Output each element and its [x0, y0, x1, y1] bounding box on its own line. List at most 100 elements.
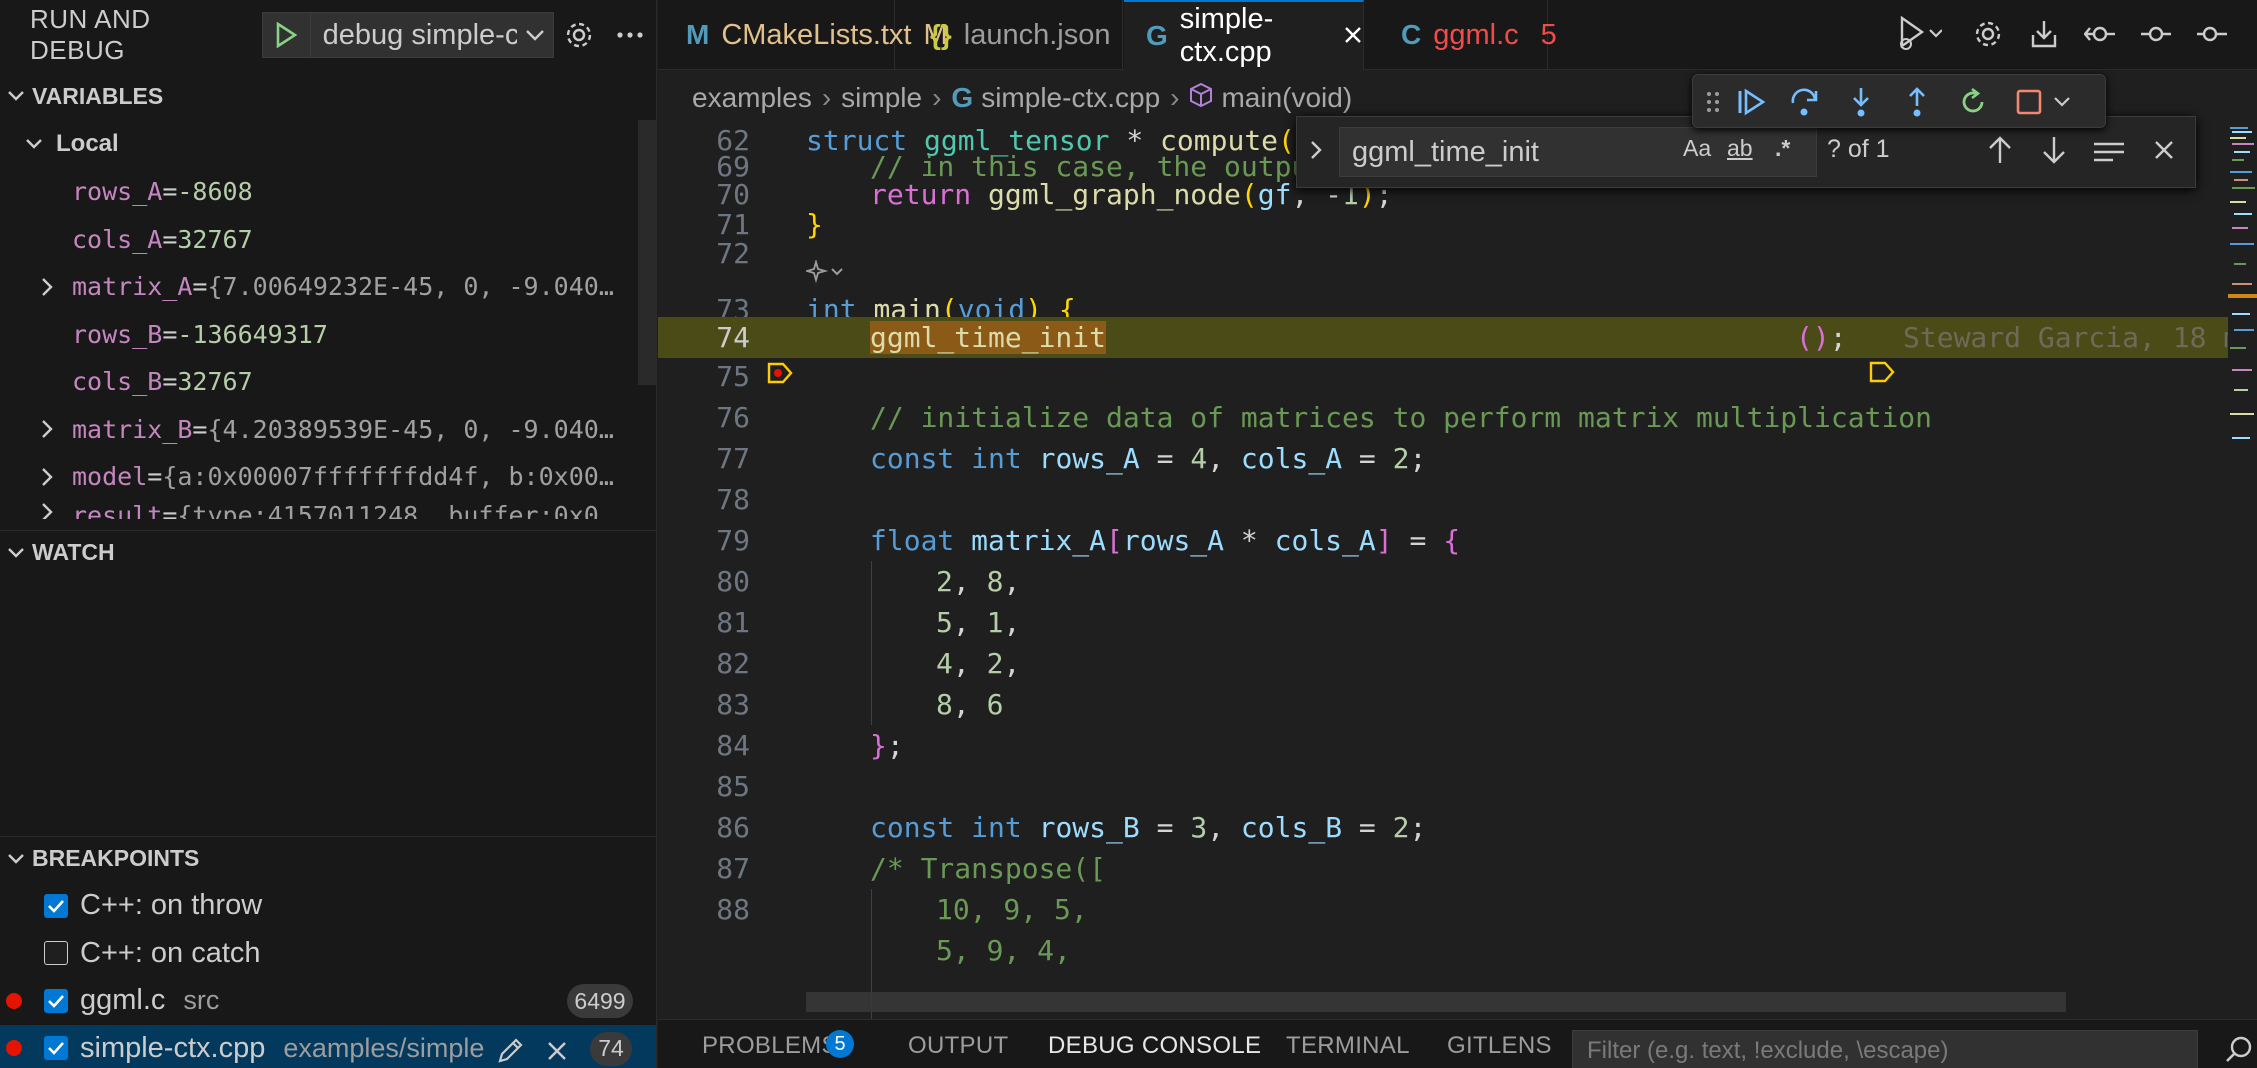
code-line: 78: [658, 479, 2228, 520]
more-actions-icon[interactable]: [605, 12, 656, 58]
tab-gitlens[interactable]: GITLENS: [1447, 1032, 1552, 1060]
cpp-file-icon: G: [951, 82, 974, 113]
match-whole-word-icon[interactable]: ab: [1727, 135, 1753, 162]
tab-debug-console[interactable]: DEBUG CONSOLE: [1048, 1032, 1261, 1060]
current-execution-line: 74 ggml_time_init (); Steward Garcia, 18…: [658, 317, 2228, 384]
tab-output[interactable]: OUTPUT: [908, 1032, 1008, 1060]
breakpoint-checkbox[interactable]: [44, 988, 68, 1013]
variable-value: {type:4157011248, buffer:0x0…: [177, 500, 614, 519]
git-compare-icon[interactable]: [2072, 22, 2128, 46]
chevron-right-icon[interactable]: [0, 501, 72, 519]
debug-console-filter-input[interactable]: Filter (e.g. text, !exclude, \escape): [1572, 1030, 2198, 1068]
find-in-selection-icon[interactable]: [2093, 141, 2125, 168]
use-regex-icon[interactable]: .*: [1775, 135, 1790, 162]
variable-row[interactable]: matrix_B = {4.20389539E-45, 0, -9.040…: [0, 406, 656, 453]
code-text: 5, 1,: [936, 606, 1021, 639]
variable-value: 32767: [177, 367, 253, 396]
line-number: 85: [716, 770, 750, 803]
close-icon[interactable]: [1343, 20, 1363, 53]
variable-name: matrix_B: [72, 414, 193, 444]
line-number: 82: [716, 647, 750, 680]
chevron-right-icon[interactable]: [0, 418, 72, 440]
continue-icon[interactable]: [1733, 84, 1769, 120]
variable-value: -136649317: [177, 319, 328, 349]
line-number: 87: [716, 852, 750, 885]
find-result-count: ? of 1: [1827, 135, 1890, 163]
edit-breakpoint-icon[interactable]: [496, 1035, 526, 1068]
equals-sign: =: [162, 177, 178, 206]
stop-icon[interactable]: [2011, 84, 2047, 120]
launch-config-select[interactable]: debug simple-ctx: [261, 12, 554, 58]
code-line: 84 };: [658, 725, 2228, 766]
code-line: 85: [658, 766, 2228, 807]
breakpoint-row[interactable]: simple-ctx.cpp examples/simple 74: [0, 1024, 656, 1068]
breadcrumb-item[interactable]: main(void): [1221, 82, 1352, 114]
download-icon[interactable]: [2016, 19, 2072, 49]
tab-launch-json[interactable]: {} launch.json: [896, 0, 1123, 70]
close-icon[interactable]: [2153, 139, 2175, 166]
variable-row[interactable]: rows_A = -8608: [0, 168, 656, 215]
arrow-down-icon[interactable]: [2041, 135, 2067, 170]
variable-row[interactable]: cols_B = 32767: [0, 358, 656, 405]
code-line: 79 float matrix_A[rows_A * cols_A] = {: [658, 520, 2228, 561]
step-into-icon[interactable]: [1843, 84, 1879, 120]
tab-ggml-c[interactable]: C ggml.c 5: [1365, 0, 1557, 70]
gear-icon[interactable]: [1960, 19, 2016, 49]
tab-simple-ctx-cpp[interactable]: G simple-ctx.cpp: [1124, 0, 1364, 70]
line-number: 88: [716, 893, 750, 926]
breakpoint-row[interactable]: ggml.c src 6499: [0, 977, 656, 1024]
tab-terminal[interactable]: TERMINAL: [1286, 1032, 1410, 1060]
breadcrumb-item[interactable]: simple: [841, 82, 922, 114]
chevron-down-icon[interactable]: [517, 28, 553, 42]
run-debug-icon[interactable]: [1896, 14, 1960, 54]
copilot-sparkle-icon[interactable]: [806, 260, 846, 284]
git-open-changes-icon[interactable]: [2184, 22, 2240, 46]
chevron-down-icon[interactable]: [2049, 84, 2075, 120]
breakpoint-row[interactable]: C++: on catch: [0, 930, 656, 977]
variable-value: {a:0x00007fffffffdd4f, b:0x00…: [162, 462, 614, 491]
breakpoint-checkbox[interactable]: [44, 941, 68, 965]
chevron-right-icon: ›: [1170, 82, 1180, 113]
horizontal-scrollbar[interactable]: [806, 992, 2066, 1012]
search-icon[interactable]: [2224, 1034, 2254, 1068]
restart-icon[interactable]: [1955, 84, 1991, 120]
variables-scrollbar[interactable]: [638, 120, 656, 385]
chevron-right-icon[interactable]: [1309, 139, 1323, 166]
watch-section-header[interactable]: WATCH: [0, 530, 656, 574]
code-line: 88 10, 9, 5,: [658, 889, 2228, 930]
variable-row[interactable]: result = {type:4157011248, buffer:0x0…: [0, 501, 656, 519]
tab-cmakelists[interactable]: M CMakeLists.txt M: [658, 0, 948, 70]
variable-row[interactable]: matrix_A = {7.00649232E-45, 0, -9.040…: [0, 263, 656, 310]
breadcrumb-item[interactable]: examples: [692, 82, 812, 114]
variable-name: cols_A: [72, 224, 163, 254]
variable-row[interactable]: rows_B = -136649317: [0, 311, 656, 358]
start-debugging-icon[interactable]: [263, 13, 311, 57]
breakpoint-row[interactable]: C++: on throw: [0, 882, 656, 929]
variable-row[interactable]: cols_A = 32767: [0, 216, 656, 263]
match-case-icon[interactable]: Aa: [1683, 135, 1711, 162]
breakpoint-checkbox[interactable]: [44, 1036, 68, 1060]
local-scope-header[interactable]: Local: [0, 122, 656, 166]
chevron-right-icon[interactable]: [0, 276, 72, 298]
breakpoint-checkbox[interactable]: [44, 893, 68, 918]
breakpoints-section-header[interactable]: BREAKPOINTS: [0, 836, 656, 880]
chevron-right-icon[interactable]: [0, 466, 72, 488]
variable-row[interactable]: model = {a:0x00007fffffffdd4f, b:0x00…: [0, 453, 656, 500]
remove-breakpoint-icon[interactable]: [546, 1037, 568, 1068]
variables-section-header[interactable]: VARIABLES: [0, 74, 656, 118]
chevron-right-icon: ›: [821, 82, 832, 113]
minimap[interactable]: [2228, 124, 2257, 1019]
code-text: };: [870, 729, 904, 762]
breadcrumb-item[interactable]: simple-ctx.cpp: [981, 82, 1160, 114]
arrow-up-icon[interactable]: [1987, 135, 2013, 170]
line-number: 77: [716, 442, 750, 475]
tab-problems[interactable]: PROBLEMS: [702, 1032, 838, 1060]
code-editor[interactable]: 62 struct ggml_tensor * compute( 69 // i…: [658, 124, 2228, 1019]
drag-handle-icon[interactable]: [1701, 84, 1725, 120]
git-commit-icon[interactable]: [2128, 22, 2184, 46]
git-blame-annotation[interactable]: Steward Garcia, 18 months ago • ggml : a…: [1903, 321, 2228, 354]
step-out-icon[interactable]: [1899, 84, 1935, 120]
debug-sidebar: RUN AND DEBUG debug simple-ctx VARIABLES…: [0, 0, 657, 1068]
step-over-icon[interactable]: [1787, 84, 1823, 120]
gear-icon[interactable]: [554, 12, 605, 58]
